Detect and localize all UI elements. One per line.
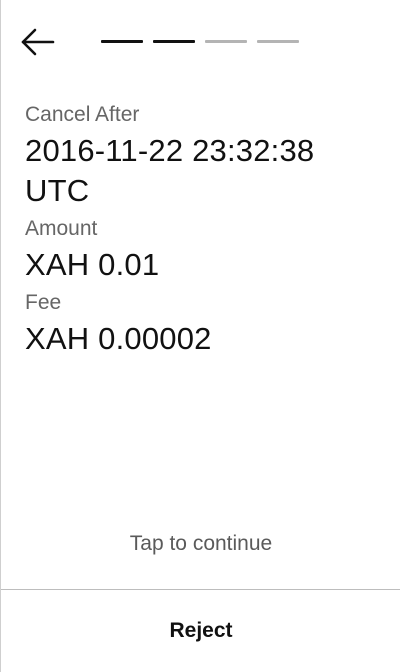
progress-step-3	[205, 40, 247, 43]
cancel-after-value: 2016-11-22 23:32:38 UTC	[25, 133, 315, 208]
step-progress-indicator	[101, 40, 299, 43]
cancel-after-field: Cancel After 2016-11-22 23:32:38 UTC	[25, 100, 377, 211]
header	[1, 0, 400, 90]
fee-value: XAH 0.00002	[25, 321, 212, 356]
amount-value: XAH 0.01	[25, 247, 160, 282]
progress-step-4	[257, 40, 299, 43]
fee-field: Fee XAH 0.00002	[25, 288, 377, 359]
cancel-after-label: Cancel After	[25, 103, 140, 126]
tap-to-continue-hint[interactable]: Tap to continue	[1, 532, 400, 556]
amount-field: Amount XAH 0.01	[25, 214, 377, 285]
reject-button[interactable]: Reject	[1, 590, 400, 672]
transaction-details: Cancel After 2016-11-22 23:32:38 UTC Amo…	[25, 100, 377, 362]
progress-step-1	[101, 40, 143, 43]
amount-label: Amount	[25, 217, 98, 240]
arrow-left-icon	[21, 28, 55, 61]
back-button[interactable]	[21, 26, 61, 62]
fee-label: Fee	[25, 291, 62, 314]
progress-step-2	[153, 40, 195, 43]
